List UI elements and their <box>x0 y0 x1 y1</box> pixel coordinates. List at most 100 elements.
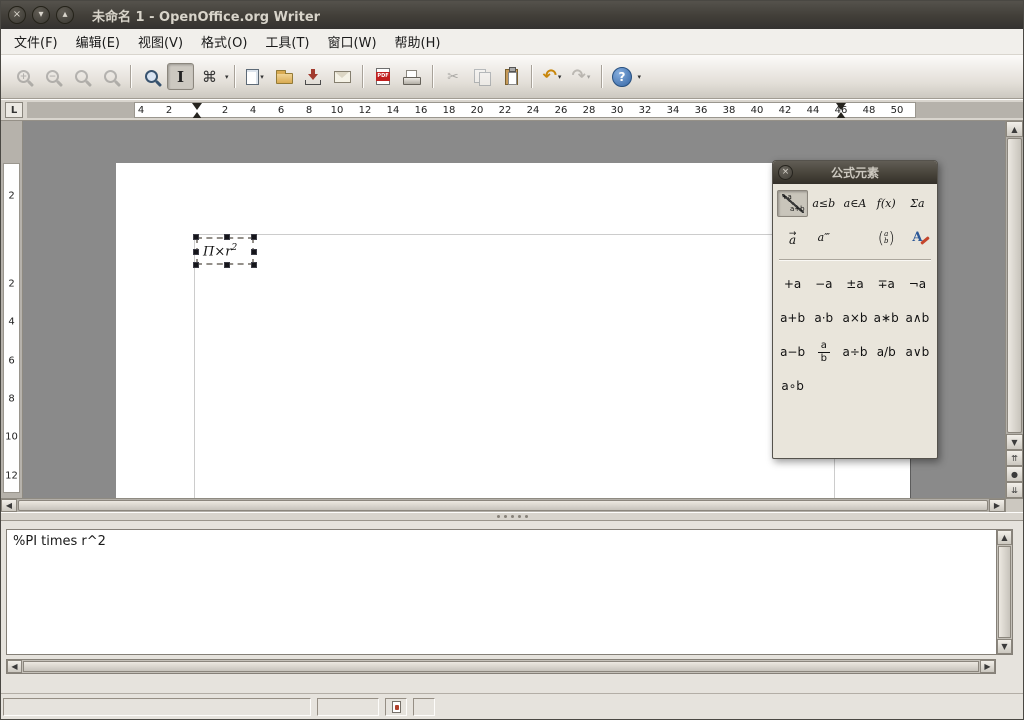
scroll-right-button[interactable]: ▶ <box>989 499 1005 512</box>
scrollbar-track[interactable] <box>1006 137 1023 434</box>
category-attributes[interactable]: → a <box>777 224 808 251</box>
resize-handle[interactable] <box>251 249 257 255</box>
panel-splitter[interactable] <box>1 512 1023 521</box>
status-cell-page[interactable] <box>3 697 311 716</box>
menu-edit[interactable]: 编辑(E) <box>67 28 129 55</box>
command-vertical-scrollbar[interactable]: ▲ ▼ <box>996 529 1013 655</box>
maximize-button[interactable]: ▴ <box>56 6 74 24</box>
update-view-button[interactable] <box>138 63 165 90</box>
toolbar-overflow-button[interactable]: ▾ <box>638 73 642 81</box>
new-document-button[interactable]: ▾ <box>242 63 269 90</box>
email-button[interactable] <box>329 63 356 90</box>
new-document-dropdown-icon[interactable]: ▾ <box>260 73 264 81</box>
zoom-in-button[interactable]: + <box>10 63 37 90</box>
horizontal-scrollbar[interactable]: ◀ ▶ <box>1 498 1023 512</box>
op-a-plus-b[interactable]: a+b <box>777 301 808 335</box>
scroll-left-button[interactable]: ◀ <box>1 499 17 512</box>
op-a-ast-b[interactable]: a∗b <box>871 301 902 335</box>
op-plus-a[interactable]: +a <box>777 267 808 301</box>
minimize-button[interactable]: ▾ <box>32 6 50 24</box>
scroll-down-button[interactable]: ▼ <box>997 639 1012 654</box>
scroll-right-button[interactable]: ▶ <box>980 660 995 673</box>
resize-handle[interactable] <box>251 262 257 268</box>
status-cell-modified[interactable] <box>385 697 407 716</box>
status-cell-selection[interactable] <box>413 697 435 716</box>
zoom-page-button[interactable] <box>97 63 124 90</box>
op-a-circ-b[interactable]: a∘b <box>777 369 808 403</box>
op-a-times-b[interactable]: a×b <box>839 301 870 335</box>
command-horizontal-scrollbar[interactable]: ◀ ▶ <box>6 659 996 674</box>
horizontal-ruler[interactable]: 4 2 2 4 6 8 10 12 14 16 18 20 22 24 26 28 30 32 34 36 38 40 42… <box>27 102 1023 118</box>
category-relations[interactable]: a≤b <box>808 190 839 217</box>
menu-window[interactable]: 窗口(W) <box>319 28 386 55</box>
scrollbar-track[interactable] <box>997 545 1012 639</box>
indent-marker-left[interactable] <box>192 103 202 118</box>
indent-marker-right[interactable] <box>836 103 846 118</box>
menu-help[interactable]: 帮助(H) <box>386 28 450 55</box>
menu-format[interactable]: 格式(O) <box>192 28 256 55</box>
scrollbar-track[interactable] <box>17 499 989 512</box>
tab-stop-selector[interactable]: L <box>5 102 23 118</box>
scrollbar-thumb[interactable] <box>1007 138 1022 433</box>
formula-cursor-button[interactable]: I <box>167 63 194 90</box>
menu-file[interactable]: 文件(F) <box>5 28 67 55</box>
scroll-down-button[interactable]: ▼ <box>1006 434 1023 450</box>
zoom-out-button[interactable]: − <box>39 63 66 90</box>
op-minus-plus-a[interactable]: ∓a <box>871 267 902 301</box>
navigation-button[interactable]: ● <box>1006 466 1023 482</box>
cut-button[interactable]: ✂ <box>440 63 467 90</box>
titlebar[interactable]: × ▾ ▴ 未命名 1 - OpenOffice.org Writer <box>1 1 1023 29</box>
category-others[interactable]: a‴ <box>808 224 839 251</box>
previous-page-button[interactable]: ⇈ <box>1006 450 1023 466</box>
op-minus-a[interactable]: −a <box>808 267 839 301</box>
op-a-over-b[interactable]: ab <box>808 335 839 369</box>
vertical-scrollbar[interactable]: ▲ ▼ ⇈ ● ⇊ <box>1005 121 1023 498</box>
category-formats[interactable]: A <box>902 224 933 251</box>
resize-handle[interactable] <box>251 234 257 240</box>
resize-handle[interactable] <box>224 234 230 240</box>
resize-handle[interactable] <box>193 262 199 268</box>
math-toolbar-options-button[interactable]: ▾ <box>225 73 229 81</box>
category-set-operations[interactable]: a∈A <box>839 190 870 217</box>
resize-handle[interactable] <box>193 234 199 240</box>
category-unary-binary-operators[interactable]: +a a+b <box>777 190 809 217</box>
help-button[interactable]: ? <box>609 63 636 90</box>
op-a-div-b[interactable]: a÷b <box>839 335 870 369</box>
open-button[interactable] <box>271 63 298 90</box>
pdf-export-button[interactable]: PDF <box>370 63 397 90</box>
paste-button[interactable] <box>498 63 525 90</box>
scroll-up-button[interactable]: ▲ <box>997 530 1012 545</box>
resize-handle[interactable] <box>193 249 199 255</box>
scrollbar-track[interactable] <box>22 660 980 673</box>
scrollbar-thumb[interactable] <box>998 546 1011 638</box>
op-plus-minus-a[interactable]: ±a <box>839 267 870 301</box>
undo-button[interactable]: ↶ ▾ <box>539 63 566 90</box>
zoom-100-button[interactable] <box>68 63 95 90</box>
resize-handle[interactable] <box>224 262 230 268</box>
print-button[interactable] <box>399 63 426 90</box>
op-a-minus-b[interactable]: a−b <box>777 335 808 369</box>
op-a-and-b[interactable]: a∧b <box>902 301 933 335</box>
status-cell-style[interactable] <box>317 697 379 716</box>
menu-view[interactable]: 视图(V) <box>129 28 192 55</box>
scroll-up-button[interactable]: ▲ <box>1006 121 1023 137</box>
undo-dropdown-icon[interactable]: ▾ <box>558 73 562 81</box>
menu-tools[interactable]: 工具(T) <box>256 28 318 55</box>
copy-button[interactable] <box>469 63 496 90</box>
category-functions[interactable]: f(x) <box>871 190 902 217</box>
op-a-cdot-b[interactable]: a⋅b <box>808 301 839 335</box>
category-operators[interactable]: Σa <box>902 190 933 217</box>
op-neg-a[interactable]: ¬a <box>902 267 933 301</box>
formula-object[interactable]: Π×r2 <box>193 234 257 268</box>
symbols-catalog-button[interactable]: ⌘ <box>196 63 223 90</box>
vertical-ruler[interactable]: 2 2 4 6 8 10 12 <box>1 121 23 498</box>
palette-titlebar[interactable]: × 公式元素 <box>773 161 937 184</box>
category-brackets[interactable]: (a b) <box>871 224 902 251</box>
scrollbar-thumb[interactable] <box>23 661 979 672</box>
op-a-or-b[interactable]: a∨b <box>902 335 933 369</box>
redo-dropdown-icon[interactable]: ▾ <box>587 73 591 81</box>
save-button[interactable] <box>300 63 327 90</box>
scroll-left-button[interactable]: ◀ <box>7 660 22 673</box>
redo-button[interactable]: ↷ ▾ <box>568 63 595 90</box>
close-button[interactable]: × <box>8 6 26 24</box>
